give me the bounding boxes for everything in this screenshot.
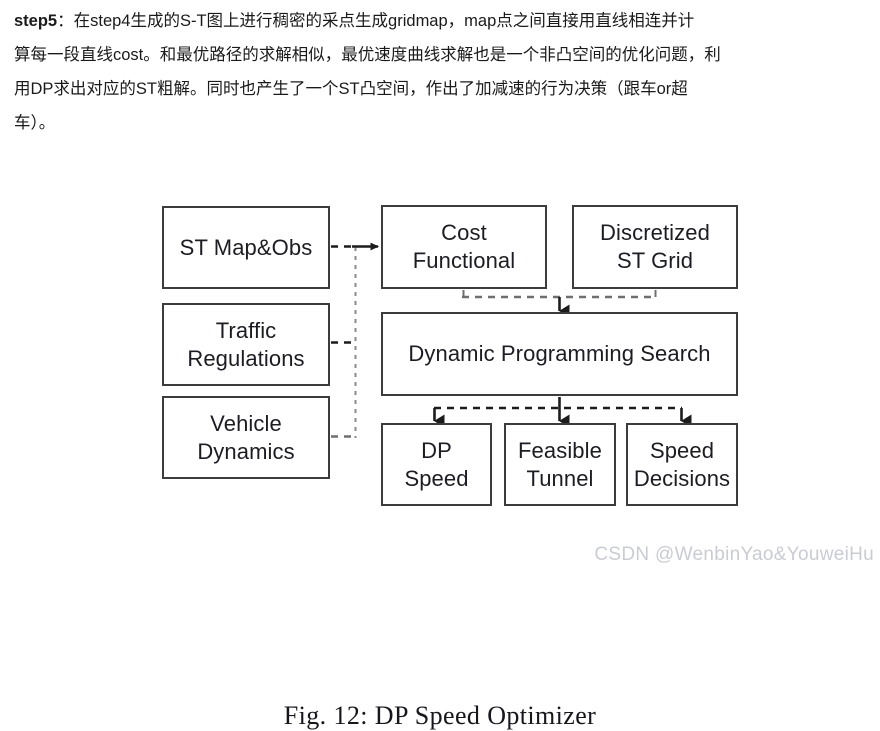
article-paragraph: step5：在step4生成的S-T图上进行稠密的采点生成gridmap，map… bbox=[14, 4, 870, 140]
step-label: step5 bbox=[14, 12, 58, 30]
node-feasible-tunnel: Feasible Tunnel bbox=[504, 423, 616, 506]
paragraph-line: step5：在step4生成的S-T图上进行稠密的采点生成gridmap，map… bbox=[14, 4, 870, 38]
node-label: Feasible Tunnel bbox=[518, 437, 602, 491]
node-traffic-regulations: Traffic Regulations bbox=[162, 303, 330, 386]
paragraph-line-text: ：在step4生成的S-T图上进行稠密的采点生成gridmap，map点之间直接… bbox=[57, 12, 695, 30]
node-label: Discretized ST Grid bbox=[600, 220, 710, 273]
node-vehicle-dynamics: Vehicle Dynamics bbox=[162, 396, 330, 479]
node-label: DP Speed bbox=[404, 437, 469, 491]
paragraph-line: 算每一段直线cost。和最优路径的求解相似，最优速度曲线求解也是一个非凸空间的优… bbox=[14, 38, 870, 72]
figure-dp-speed-optimizer: ST Map&Obs Traffic Regulations Vehicle D… bbox=[0, 185, 880, 730]
paragraph-line-text: 算每一段直线cost。和最优路径的求解相似，最优速度曲线求解也是一个非凸空间的优… bbox=[14, 46, 721, 64]
figure-caption: Fig. 12: DP Speed Optimizer bbox=[283, 701, 597, 730]
paragraph-line: 车）。 bbox=[14, 106, 870, 140]
node-label: Vehicle Dynamics bbox=[197, 410, 295, 464]
node-label: Cost Functional bbox=[412, 220, 516, 273]
node-label: Dynamic Programming Search bbox=[408, 341, 711, 366]
node-cost-functional: Cost Functional bbox=[381, 205, 547, 289]
node-discretized-st-grid: Discretized ST Grid bbox=[572, 205, 738, 289]
node-st-map-obs: ST Map&Obs bbox=[162, 206, 330, 289]
node-label: Speed Decisions bbox=[633, 437, 731, 491]
paragraph-line: 用DP求出对应的ST粗解。同时也产生了一个ST凸空间，作出了加减速的行为决策（跟… bbox=[14, 72, 870, 106]
node-dp-speed: DP Speed bbox=[381, 423, 492, 506]
node-label: ST Map&Obs bbox=[179, 234, 313, 260]
paragraph-line-text: 车）。 bbox=[14, 114, 56, 132]
paragraph-line-text: 用DP求出对应的ST粗解。同时也产生了一个ST凸空间，作出了加减速的行为决策（跟… bbox=[14, 80, 688, 98]
node-dynamic-programming-search: Dynamic Programming Search bbox=[381, 312, 738, 396]
node-label: Traffic Regulations bbox=[187, 317, 305, 371]
node-speed-decisions: Speed Decisions bbox=[626, 423, 738, 506]
